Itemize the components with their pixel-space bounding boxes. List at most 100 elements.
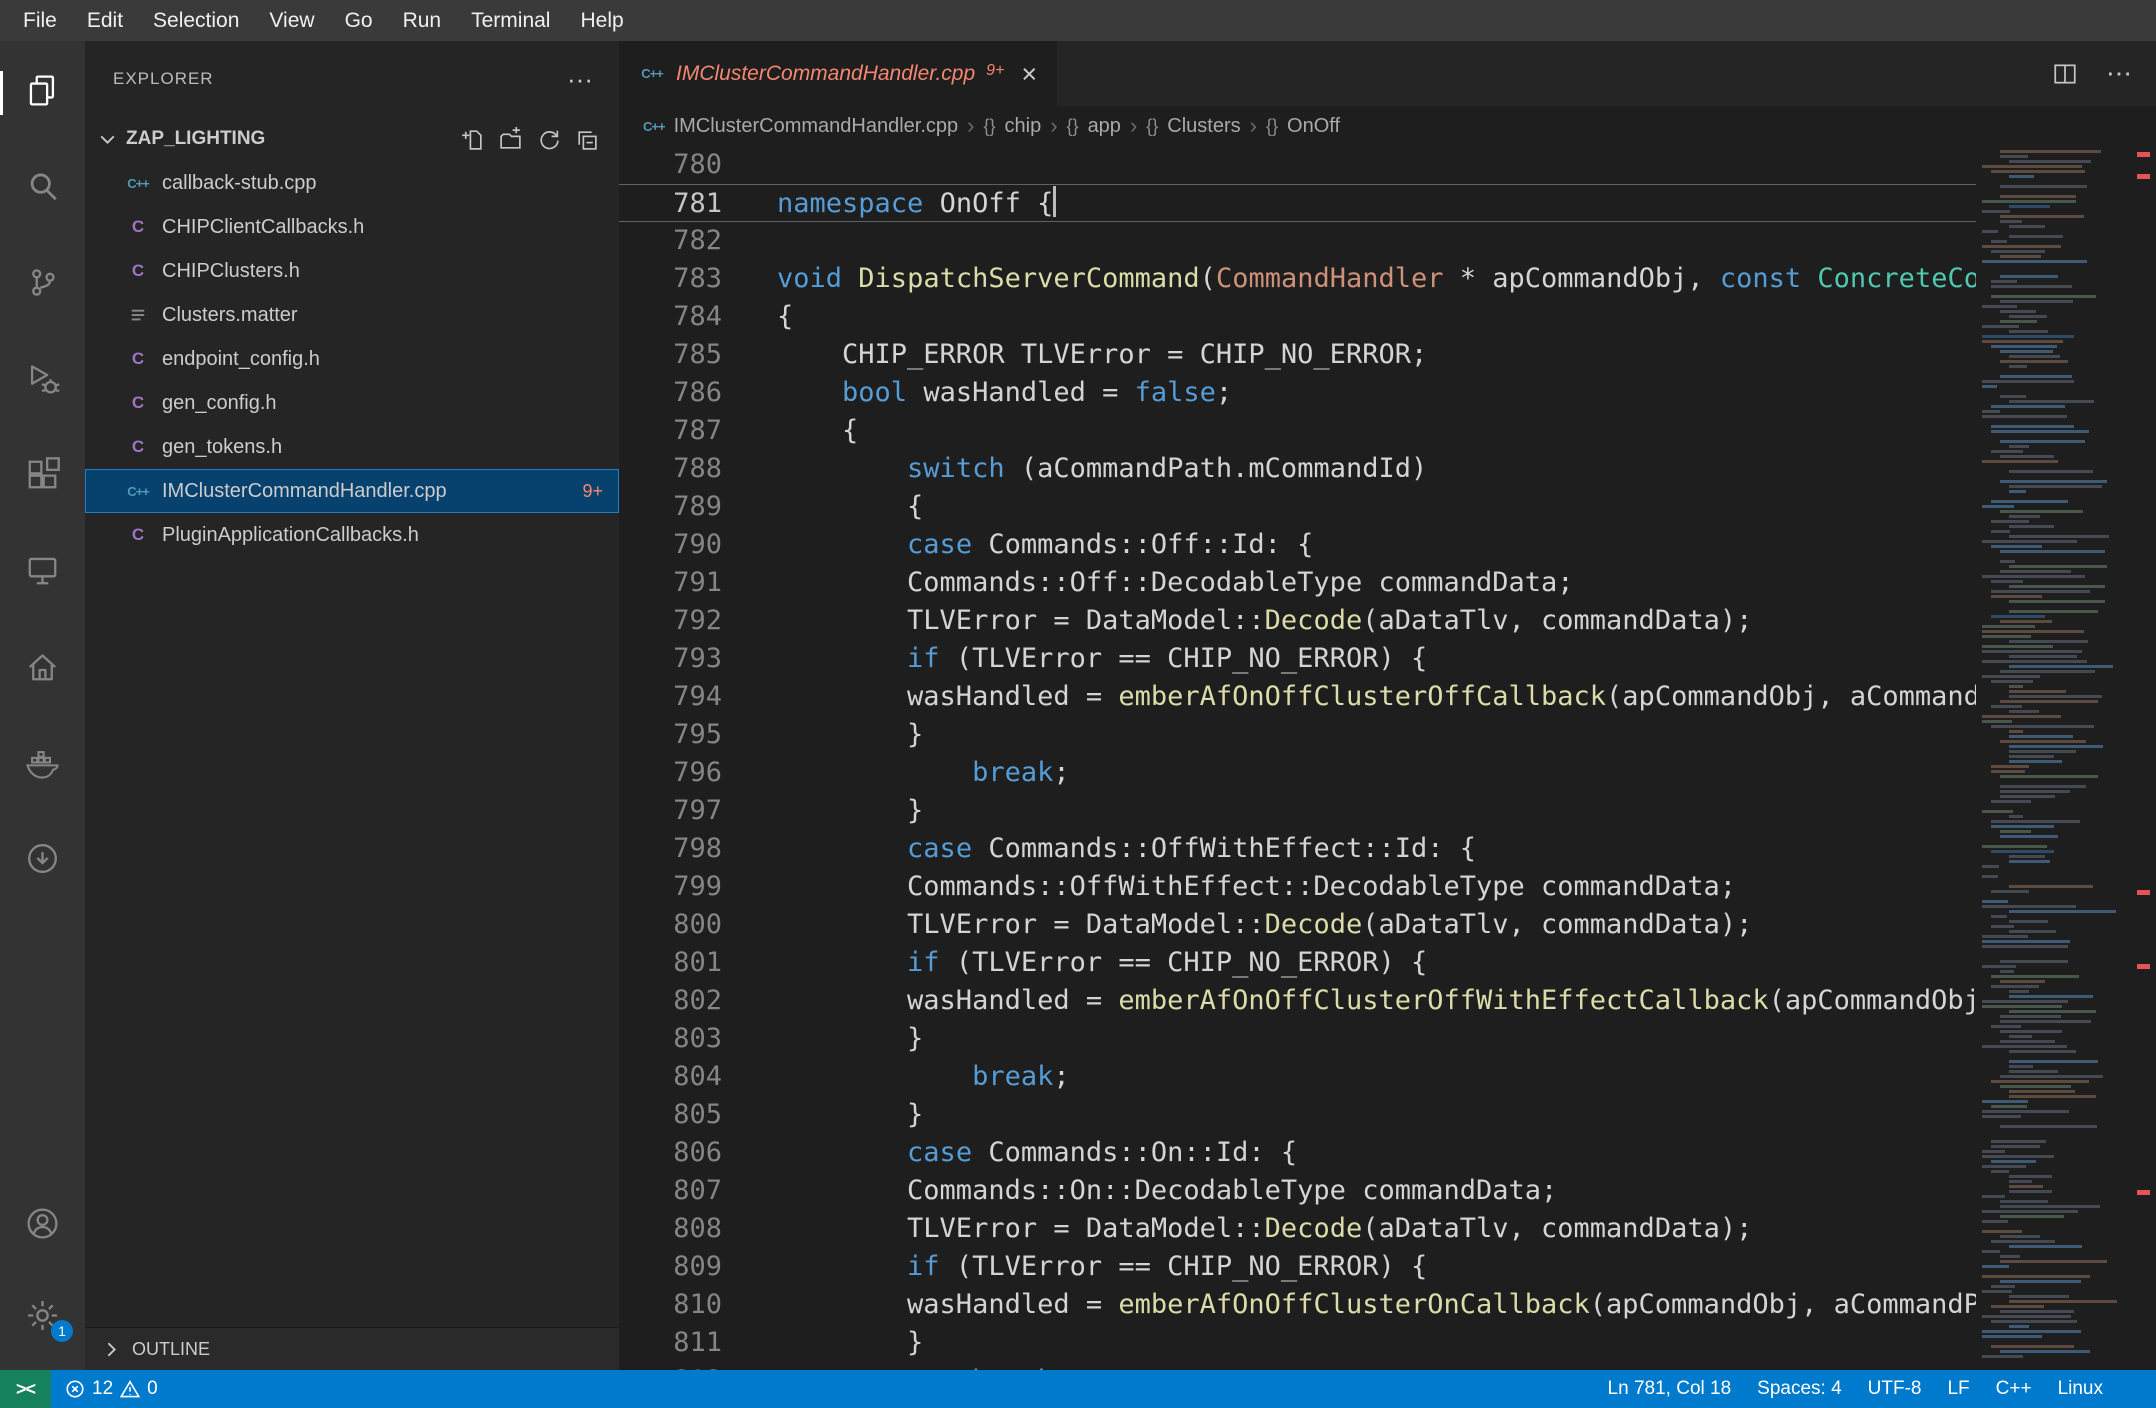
code-editor[interactable]: 780 781 namespace OnOff {782 783 void Dispat… [619, 146, 1976, 1370]
activity-home[interactable] [0, 645, 85, 693]
error-mark [2137, 152, 2150, 157]
code-line-798[interactable]: 798 case Commands::OffWithEffect::Id: { [619, 830, 1976, 868]
activity-run-debug[interactable] [0, 357, 85, 405]
menu-item-selection[interactable]: Selection [138, 0, 254, 41]
code-line-795[interactable]: 795 } [619, 716, 1976, 754]
breadcrumbs: C++ IMClusterCommandHandler.cpp › {} chip › {}… [619, 106, 2156, 146]
code-line-799[interactable]: 799 Commands::OffWithEffect::DecodableTy… [619, 868, 1976, 906]
code-line-789[interactable]: 789 { [619, 488, 1976, 526]
file-item-endpoint_config.h[interactable]: Cendpoint_config.h [85, 337, 619, 381]
code-line-805[interactable]: 805 } [619, 1096, 1976, 1134]
code-line-811[interactable]: 811 } [619, 1324, 1976, 1362]
code-line-787[interactable]: 787 { [619, 412, 1976, 450]
breadcrumb-chip[interactable]: chip [1005, 115, 1042, 138]
code-line-792[interactable]: 792 TLVError = DataModel::Decode(aDataTl… [619, 602, 1976, 640]
tab-imclustercommandhandler[interactable]: C++ IMClusterCommandHandler.cpp 9+ × [619, 41, 1058, 106]
activity-source-control[interactable] [0, 261, 85, 309]
collapse-all-icon[interactable] [574, 127, 599, 152]
close-icon[interactable]: × [1021, 60, 1037, 87]
file-item-chipclusters.h[interactable]: C CHIPClusters.h [85, 249, 619, 293]
code-line-802[interactable]: 802 wasHandled = emberAfOnOffClusterOffW… [619, 982, 1976, 1020]
line-text: bool wasHandled = false; [842, 377, 1233, 408]
code-line-794[interactable]: 794 wasHandled = emberAfOnOffClusterOffC… [619, 678, 1976, 716]
indentation[interactable]: Spaces: 4 [1744, 1378, 1855, 1400]
menu-item-run[interactable]: Run [388, 0, 457, 41]
code-line-807[interactable]: 807 Commands::On::DecodableType commandD… [619, 1172, 1976, 1210]
new-folder-icon[interactable] [498, 126, 523, 152]
code-line-801[interactable]: 801 if (TLVError == CHIP_NO_ERROR) { [619, 944, 1976, 982]
problems-status[interactable]: 12 0 [51, 1378, 172, 1400]
split-editor-icon[interactable] [2052, 61, 2078, 87]
cursor-position[interactable]: Ln 781, Col 18 [1595, 1378, 1745, 1400]
code-line-804[interactable]: 804 break; [619, 1058, 1976, 1096]
minimap[interactable] [1976, 146, 2130, 1370]
file-item-callback-stub.cpp[interactable]: C++ callback-stub.cpp [85, 161, 619, 205]
menu-item-view[interactable]: View [254, 0, 329, 41]
code-line-788[interactable]: 788 switch (aCommandPath.mCommandId) [619, 450, 1976, 488]
eol-sequence[interactable]: LF [1934, 1378, 1982, 1400]
code-line-783[interactable]: 783 void DispatchServerCommand(CommandHan… [619, 260, 1976, 298]
menu-item-terminal[interactable]: Terminal [456, 0, 565, 41]
line-text: { [777, 491, 924, 522]
activity-accounts[interactable] [0, 1202, 85, 1250]
line-number: 785 [673, 339, 722, 370]
remote-indicator[interactable]: >< [0, 1370, 52, 1408]
code-line-797[interactable]: 797 } [619, 792, 1976, 830]
code-line-796[interactable]: 796 break; [619, 754, 1976, 792]
activity-settings[interactable]: 1 [0, 1294, 85, 1342]
line-number: 794 [673, 681, 722, 712]
file-item-imclustercommandhandler.cpp[interactable]: C++ IMClusterCommandHandler.cpp 9+ [85, 469, 619, 513]
code-line-812[interactable]: 812 break; [619, 1362, 1976, 1370]
activity-remote-explorer[interactable] [0, 549, 85, 597]
code-line-809[interactable]: 809 if (TLVError == CHIP_NO_ERROR) { [619, 1248, 1976, 1286]
code-line-791[interactable]: 791 Commands::Off::DecodableType command… [619, 564, 1976, 602]
code-line-803[interactable]: 803 } [619, 1020, 1976, 1058]
line-text: Commands::On::DecodableType commandData; [777, 1175, 1558, 1206]
file-item-clusters.matter[interactable]: Clusters.matter [85, 293, 619, 337]
activity-extensions[interactable] [0, 453, 85, 501]
more-actions-icon[interactable]: ··· [567, 66, 593, 92]
code-line-810[interactable]: 810 wasHandled = emberAfOnOffClusterOnCa… [619, 1286, 1976, 1324]
encoding[interactable]: UTF-8 [1855, 1378, 1935, 1400]
file-item-chipclientcallbacks.h[interactable]: C CHIPClientCallbacks.h [85, 205, 619, 249]
code-line-780[interactable]: 780 [619, 146, 1976, 184]
code-line-784[interactable]: 784 { [619, 298, 1976, 336]
breadcrumb-app[interactable]: app [1088, 115, 1121, 138]
more-actions-icon[interactable]: ⋯ [2106, 58, 2132, 89]
code-line-781[interactable]: 781 namespace OnOff { [619, 184, 1976, 222]
new-file-icon[interactable] [460, 127, 485, 152]
menu-item-help[interactable]: Help [565, 0, 638, 41]
menu-item-go[interactable]: Go [330, 0, 388, 41]
code-line-793[interactable]: 793 if (TLVError == CHIP_NO_ERROR) { [619, 640, 1976, 678]
refresh-icon[interactable] [536, 127, 561, 152]
activity-tunnel[interactable] [0, 837, 85, 885]
breadcrumb-file[interactable]: IMClusterCommandHandler.cpp [674, 115, 959, 138]
outline-section[interactable]: OUTLINE [85, 1327, 619, 1370]
code-line-806[interactable]: 806 case Commands::On::Id: { [619, 1134, 1976, 1172]
line-number: 800 [673, 909, 722, 940]
code-line-800[interactable]: 800 TLVError = DataModel::Decode(aDataTl… [619, 906, 1976, 944]
language-mode[interactable]: C++ [1983, 1378, 2045, 1400]
line-number: 801 [673, 947, 722, 978]
code-line-790[interactable]: 790 case Commands::Off::Id: { [619, 526, 1976, 564]
menu-item-file[interactable]: File [8, 0, 72, 41]
menu-item-edit[interactable]: Edit [72, 0, 138, 41]
file-item-gen_config.h[interactable]: Cgen_config.h [85, 381, 619, 425]
line-text: } [777, 1099, 924, 1130]
activity-search[interactable] [0, 165, 85, 213]
file-item-gen_tokens.h[interactable]: Cgen_tokens.h [85, 425, 619, 469]
line-text: } [777, 719, 924, 750]
code-line-786[interactable]: 786 bool wasHandled = false; [619, 374, 1976, 412]
code-line-785[interactable]: 785 CHIP_ERROR TLVError = CHIP_NO_ERROR; [619, 336, 1976, 374]
folder-section-header[interactable]: ZAP_LIGHTING [85, 117, 619, 161]
remote-os[interactable]: Linux [2045, 1378, 2116, 1400]
line-number: 791 [673, 567, 722, 598]
activity-explorer[interactable] [0, 69, 85, 117]
code-line-782[interactable]: 782 [619, 222, 1976, 260]
breadcrumb-onoff[interactable]: OnOff [1287, 115, 1340, 138]
code-line-808[interactable]: 808 TLVError = DataModel::Decode(aDataTl… [619, 1210, 1976, 1248]
activity-docker[interactable] [0, 741, 85, 789]
breadcrumb-clusters[interactable]: Clusters [1167, 115, 1240, 138]
file-item-pluginapplicationcallbacks.h[interactable]: C PluginApplicationCallbacks.h [85, 513, 619, 557]
h-file-icon: C [131, 349, 145, 368]
